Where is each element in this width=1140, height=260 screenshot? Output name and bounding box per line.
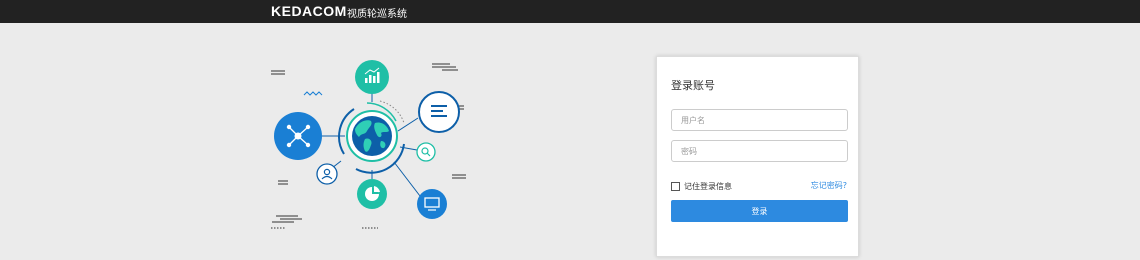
network-icon — [274, 112, 322, 160]
top-header-bar: KEDACOM 视质轮巡系统 — [0, 0, 1140, 23]
brand-logo: KEDACOM — [271, 3, 347, 19]
login-title: 登录账号 — [671, 79, 715, 92]
pie-chart-icon — [357, 179, 387, 209]
hero-illustration — [266, 56, 470, 236]
document-icon — [419, 92, 459, 132]
login-card: 登录账号 记住登录信息 忘记密码? 登录 — [656, 56, 859, 257]
monitor-icon — [417, 189, 447, 219]
username-input[interactable] — [671, 109, 848, 131]
search-icon — [417, 143, 435, 161]
remember-label[interactable]: 记住登录信息 — [684, 181, 732, 192]
remember-checkbox[interactable] — [671, 182, 680, 191]
user-icon — [317, 164, 337, 184]
bar-chart-icon — [355, 60, 389, 94]
globe-icon — [351, 115, 393, 157]
forgot-password-link[interactable]: 忘记密码? — [811, 180, 847, 191]
login-button[interactable]: 登录 — [671, 200, 848, 222]
password-input[interactable] — [671, 140, 848, 162]
system-name: 视质轮巡系统 — [347, 9, 407, 20]
